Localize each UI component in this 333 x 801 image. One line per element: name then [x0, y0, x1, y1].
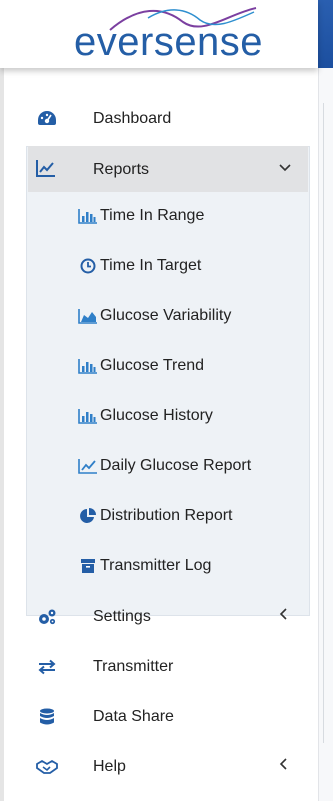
bar-chart-icon — [78, 356, 98, 376]
sidebar-item-label: Dashboard — [93, 110, 172, 127]
sidebar-item-label: Transmitter — [93, 658, 174, 675]
report-distribution[interactable]: Distribution Report — [28, 492, 308, 542]
sidebar-item-reports[interactable]: Reports — [28, 146, 308, 192]
sidebar-item-label: Settings — [93, 608, 151, 625]
database-icon — [36, 706, 58, 728]
area-chart-icon — [78, 306, 98, 326]
report-label: Distribution Report — [100, 507, 233, 524]
bar-chart-icon — [78, 206, 98, 226]
pie-chart-icon — [78, 506, 98, 526]
dashboard-gauge-icon — [36, 108, 58, 130]
report-label: Time In Target — [100, 257, 202, 274]
clock-icon — [78, 256, 98, 276]
chevron-left-icon[interactable] — [277, 607, 293, 623]
report-label: Time In Range — [100, 207, 205, 224]
report-time-in-range[interactable]: Time In Range — [28, 192, 308, 242]
sidebar-item-help[interactable]: Help — [4, 742, 318, 792]
sidebar-item-label: Data Share — [93, 708, 174, 725]
chevron-down-icon[interactable] — [278, 161, 292, 180]
line-chart-icon — [36, 159, 56, 182]
report-glucose-trend[interactable]: Glucose Trend — [28, 342, 308, 392]
report-label: Daily Glucose Report — [100, 457, 252, 474]
handshake-icon — [36, 756, 58, 778]
report-label: Transmitter Log — [100, 557, 212, 574]
report-transmitter-log[interactable]: Transmitter Log — [28, 542, 308, 592]
line-chart-icon — [78, 456, 98, 476]
eversense-logo: eversense — [74, 20, 264, 64]
report-glucose-variability[interactable]: Glucose Variability — [28, 292, 308, 342]
sidebar-item-data-share[interactable]: Data Share — [4, 692, 318, 742]
report-label: Glucose History — [100, 407, 213, 424]
report-time-in-target[interactable]: Time In Target — [28, 242, 308, 292]
header-accent-stripe — [318, 0, 333, 68]
report-label: Glucose Trend — [100, 357, 205, 374]
report-label: Glucose Variability — [100, 307, 232, 324]
sidebar-item-dashboard[interactable]: Dashboard — [4, 94, 318, 144]
sidebar-item-settings[interactable]: Settings — [4, 592, 318, 642]
sidebar-item-transmitter[interactable]: Transmitter — [4, 642, 318, 692]
report-glucose-history[interactable]: Glucose History — [28, 392, 308, 442]
sidebar-item-label: Help — [93, 758, 126, 775]
app-header: eversense — [0, 0, 318, 68]
report-daily-glucose[interactable]: Daily Glucose Report — [28, 442, 308, 492]
content-panel-edge — [318, 68, 333, 801]
bar-chart-icon — [78, 406, 98, 426]
archive-box-icon — [78, 556, 98, 576]
exchange-arrows-icon — [36, 656, 58, 678]
chevron-left-icon[interactable] — [277, 757, 293, 773]
gears-icon — [36, 606, 58, 628]
sidebar-item-label: Reports — [93, 161, 150, 178]
